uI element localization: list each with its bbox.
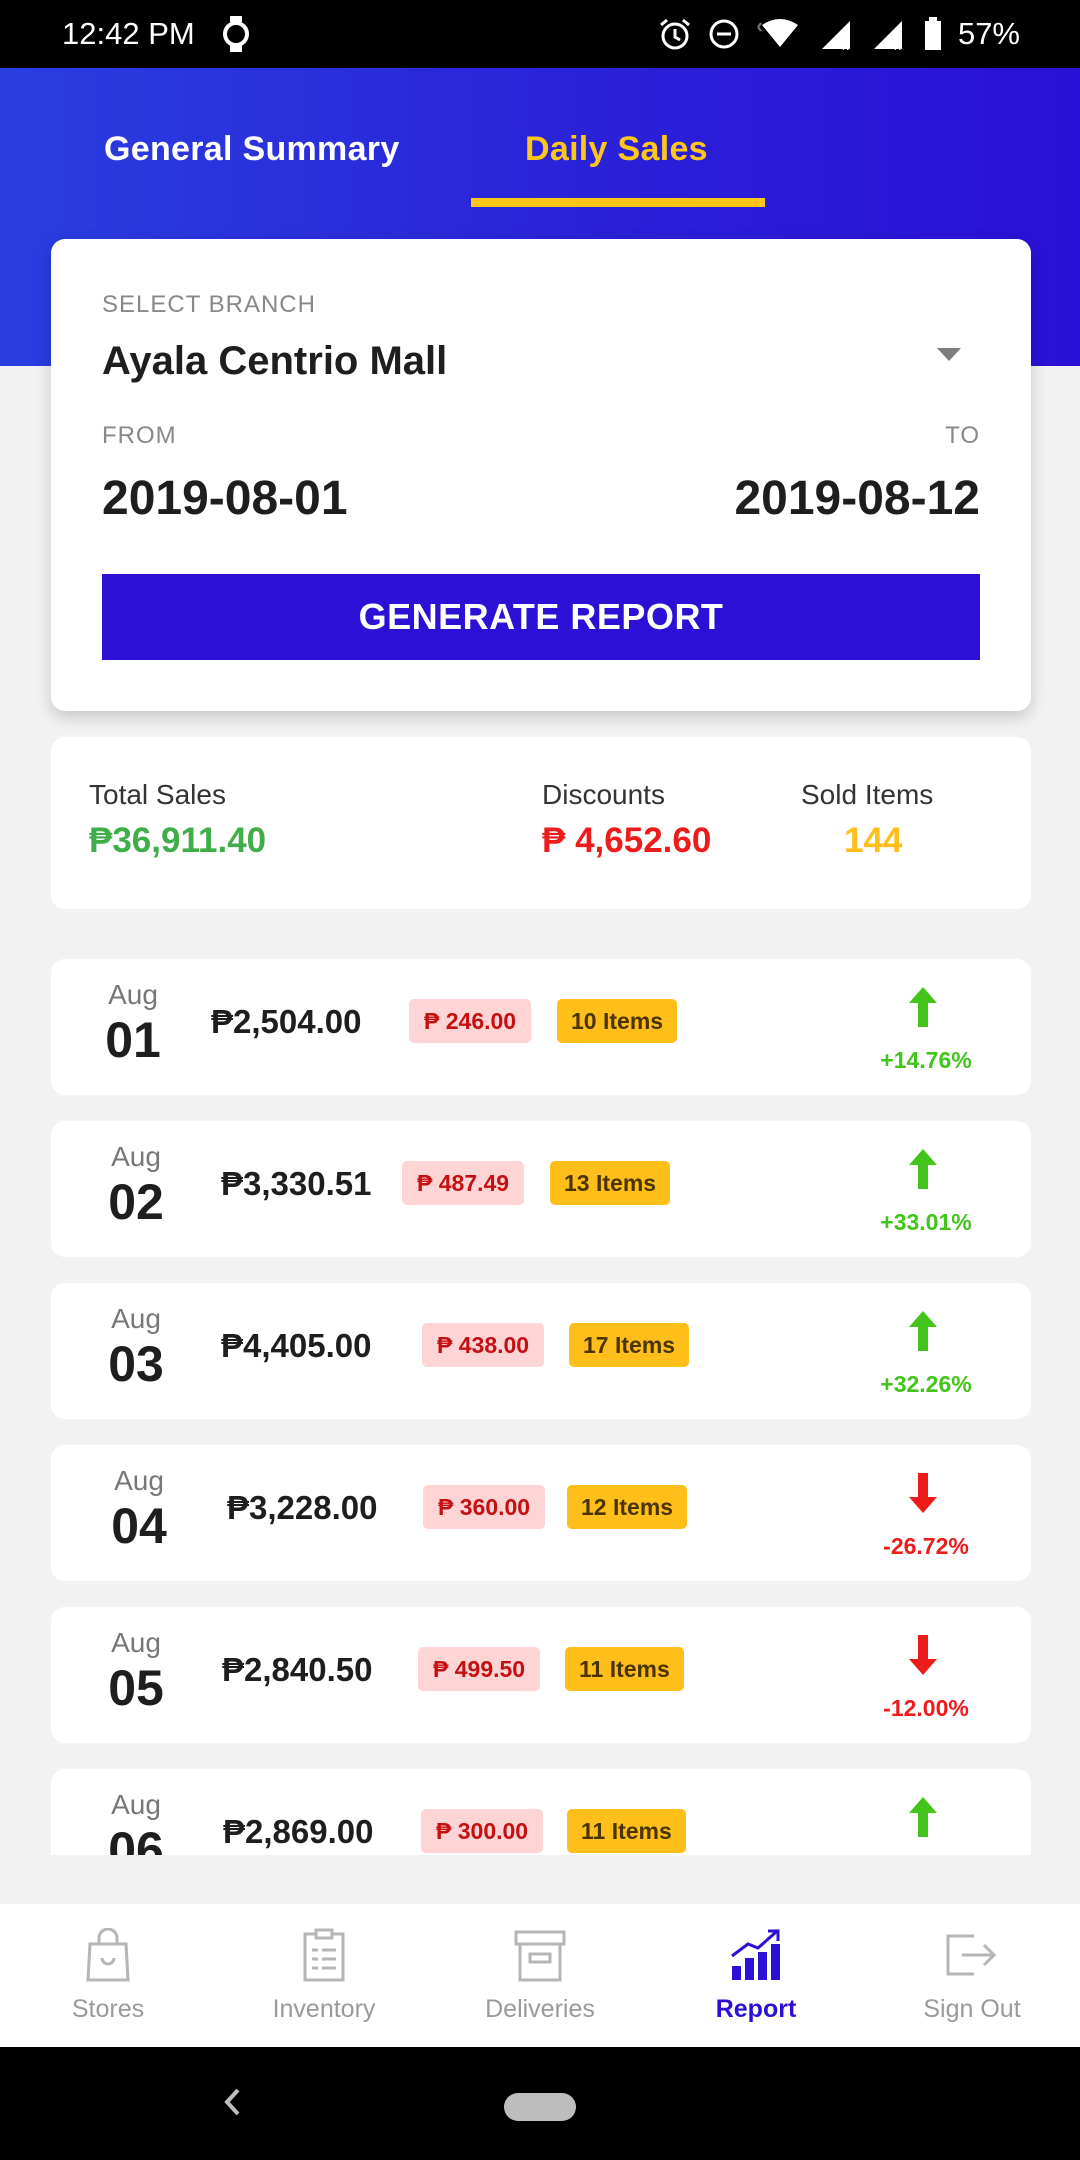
dropdown-arrow-icon[interactable]: [936, 347, 962, 368]
clipboard-icon: [302, 1928, 346, 1987]
row-discount-badge: ₱ 246.00: [409, 999, 532, 1043]
svg-text:x: x: [842, 39, 849, 51]
nav-report-label: Report: [715, 1994, 797, 2023]
to-date-field[interactable]: 2019-08-12: [734, 471, 980, 526]
tab-general-summary[interactable]: General Summary: [104, 130, 400, 169]
row-items-badge: 12 Items: [567, 1485, 688, 1529]
sign-out-icon: [944, 1928, 1000, 1987]
row-month: Aug: [108, 979, 158, 1010]
trend-down-arrow-icon: [908, 1473, 938, 1518]
nav-deliveries-label: Deliveries: [485, 1994, 595, 2023]
row-discount-badge: ₱ 300.00: [421, 1809, 544, 1853]
row-month: Aug: [111, 1627, 161, 1658]
row-change: -26.72%: [883, 1533, 969, 1559]
row-items-badge: 11 Items: [565, 1647, 684, 1691]
row-discount-badge: ₱ 438.00: [422, 1323, 545, 1367]
row-month: Aug: [111, 1303, 161, 1334]
list-item[interactable]: Aug 06 ₱2,869.00 ₱ 300.00 11 Items: [51, 1769, 1031, 1855]
report-filter-card: SELECT BRANCH Ayala Centrio Mall FROM TO…: [51, 239, 1031, 711]
discounts-value: ₱ 4,652.60: [542, 821, 712, 860]
branch-label: SELECT BRANCH: [102, 291, 316, 318]
total-sales-label: Total Sales: [89, 779, 226, 810]
row-change: +14.76%: [880, 1047, 972, 1073]
home-pill-button[interactable]: [504, 2093, 576, 2121]
row-month: Aug: [111, 1789, 161, 1820]
sold-items-value: 144: [844, 821, 903, 860]
status-bar: 12:42 PM x x 57%: [0, 0, 1080, 68]
list-item[interactable]: Aug 03 ₱4,405.00 ₱ 438.00 17 Items +32.2…: [51, 1283, 1031, 1419]
to-label: TO: [945, 422, 980, 449]
archive-box-icon: [514, 1928, 566, 1987]
row-amount: ₱2,840.50: [222, 1651, 373, 1688]
row-items-badge: 10 Items: [557, 999, 678, 1043]
trend-down-arrow-icon: [908, 1635, 938, 1680]
row-day: 04: [111, 1498, 167, 1554]
list-item[interactable]: Aug 02 ₱3,330.51 ₱ 487.49 13 Items +33.0…: [51, 1121, 1031, 1257]
total-sales-value: ₱36,911.40: [89, 821, 267, 860]
nav-sign-out-label: Sign Out: [923, 1994, 1021, 2023]
row-amount: ₱4,405.00: [221, 1327, 372, 1364]
trend-up-arrow-icon: [908, 1149, 938, 1194]
signal-icon: x: [820, 17, 856, 51]
row-change: +33.01%: [880, 1209, 972, 1235]
branch-select[interactable]: Ayala Centrio Mall: [102, 339, 447, 384]
nav-deliveries[interactable]: Deliveries: [432, 1904, 648, 2047]
list-item[interactable]: Aug 04 ₱3,228.00 ₱ 360.00 12 Items -26.7…: [51, 1445, 1031, 1581]
watch-icon: [222, 16, 249, 52]
status-time: 12:42 PM: [62, 16, 195, 51]
signal-icon-2: x: [872, 17, 908, 51]
daily-sales-list[interactable]: Aug 01 ₱2,504.00 ₱ 246.00 10 Items +14.7…: [0, 940, 1080, 1855]
system-nav-bar: [0, 2047, 1080, 2160]
row-amount: ₱2,504.00: [211, 1003, 362, 1040]
battery-icon: [924, 17, 942, 51]
row-discount-badge: ₱ 499.50: [418, 1647, 541, 1691]
bar-chart-icon: [728, 1928, 784, 1987]
row-day: 06: [108, 1822, 164, 1855]
from-label: FROM: [102, 422, 177, 449]
list-item[interactable]: Aug 05 ₱2,840.50 ₱ 499.50 11 Items -12.0…: [51, 1607, 1031, 1743]
row-discount-badge: ₱ 360.00: [423, 1485, 546, 1529]
shopping-bag-icon: [84, 1927, 132, 1987]
bottom-nav: Stores Inventory Deliveries Report Sign …: [0, 1904, 1080, 2047]
row-amount: ₱3,330.51: [221, 1165, 372, 1202]
row-month: Aug: [114, 1465, 164, 1496]
row-month: Aug: [111, 1141, 161, 1172]
row-day: 01: [105, 1012, 161, 1068]
tab-daily-sales[interactable]: Daily Sales: [525, 130, 708, 169]
nav-inventory[interactable]: Inventory: [216, 1904, 432, 2047]
sold-items-label: Sold Items: [801, 779, 934, 810]
back-chevron-icon[interactable]: [222, 2087, 242, 2122]
discounts-label: Discounts: [542, 779, 665, 810]
row-discount-badge: ₱ 487.49: [402, 1161, 525, 1205]
svg-text:x: x: [894, 39, 901, 51]
from-date-field[interactable]: 2019-08-01: [102, 471, 348, 526]
alarm-icon: [658, 17, 692, 51]
battery-percent: 57%: [957, 16, 1020, 51]
row-items-badge: 17 Items: [569, 1323, 690, 1367]
row-day: 02: [108, 1174, 164, 1230]
trend-up-arrow-icon: [908, 987, 938, 1032]
nav-stores[interactable]: Stores: [0, 1904, 216, 2047]
row-items-badge: 11 Items: [567, 1809, 686, 1853]
row-amount: ₱2,869.00: [223, 1813, 374, 1850]
trend-up-arrow-icon: [908, 1797, 938, 1842]
row-items-badge: 13 Items: [550, 1161, 671, 1205]
trend-up-arrow-icon: [908, 1311, 938, 1356]
row-change: -12.00%: [883, 1695, 969, 1721]
nav-sign-out[interactable]: Sign Out: [864, 1904, 1080, 2047]
row-day: 05: [108, 1660, 164, 1716]
active-tab-indicator: [471, 198, 765, 207]
nav-report[interactable]: Report: [648, 1904, 864, 2047]
nav-stores-label: Stores: [71, 1994, 145, 2023]
do-not-disturb-icon: [708, 18, 740, 50]
row-amount: ₱3,228.00: [227, 1489, 378, 1526]
generate-report-button[interactable]: GENERATE REPORT: [102, 574, 980, 660]
nav-inventory-label: Inventory: [272, 1994, 376, 2023]
wifi-icon: [756, 17, 804, 51]
row-change: +32.26%: [880, 1371, 972, 1397]
list-item[interactable]: Aug 01 ₱2,504.00 ₱ 246.00 10 Items +14.7…: [51, 959, 1031, 1095]
sales-summary-card: Total Sales ₱36,911.40 Discounts ₱ 4,652…: [51, 737, 1031, 909]
row-day: 03: [108, 1336, 164, 1392]
